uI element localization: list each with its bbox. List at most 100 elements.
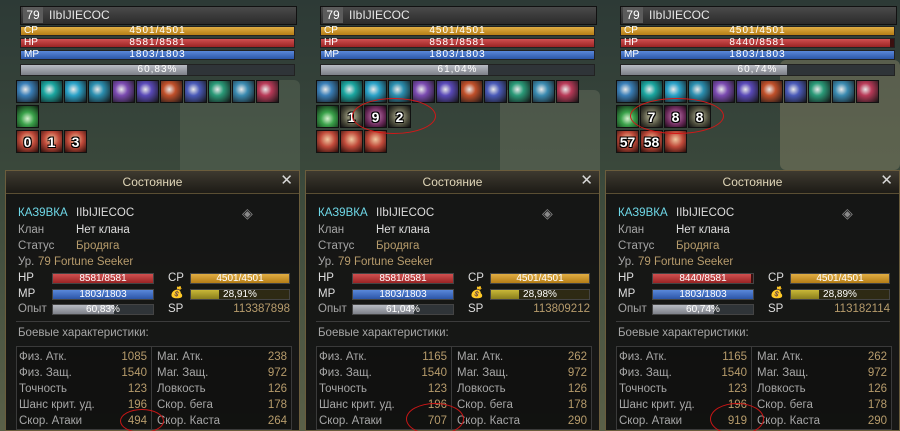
buff-icon[interactable]	[340, 80, 363, 103]
char-hp-bar: 8581/8581	[52, 273, 154, 284]
combat-stat-row: Маг. Защ. 972	[757, 366, 887, 380]
buff-icon[interactable]	[256, 80, 279, 103]
combat-stat-label: Маг. Атк.	[457, 351, 504, 363]
debuff-timer: 1	[47, 134, 56, 150]
char-cp-label: CP	[468, 272, 484, 284]
screenshot-panel: 79 IIbIJIECOC CP 4501/4501 HP 8440/8581 …	[600, 0, 900, 431]
mp-bar-value: 1803/1803	[729, 49, 786, 60]
buff-icon[interactable]	[712, 80, 735, 103]
combat-stat-row: Маг. Атк. 238	[157, 350, 287, 364]
status-label: Статус	[618, 240, 655, 252]
character-title-nick: IIbIJIECOC	[676, 207, 735, 219]
buff-icon[interactable]	[232, 80, 255, 103]
debuff-icon[interactable]: 3	[64, 130, 87, 153]
combat-stat-value: 123	[727, 383, 747, 395]
character-name: КАЗ9ВКА	[318, 207, 368, 219]
buff-icon[interactable]	[88, 80, 111, 103]
buff-icon[interactable]	[112, 80, 135, 103]
debuff-icon[interactable]: 1	[40, 130, 63, 153]
char-exp-label: Опыт	[318, 303, 347, 315]
combat-stat-label: Физ. Защ.	[319, 367, 372, 379]
weight-bar: 28,89%	[790, 289, 890, 300]
debuff-icon[interactable]: 58	[640, 130, 663, 153]
buff-icon[interactable]	[616, 80, 639, 103]
close-icon[interactable]: ✕	[580, 173, 593, 189]
combat-stat-label: Маг. Защ.	[457, 367, 509, 379]
potion-icon[interactable]	[316, 105, 339, 128]
close-icon[interactable]: ✕	[880, 173, 893, 189]
combat-stat-row: Физ. Защ. 1540	[19, 366, 147, 380]
status-window-title-bar[interactable]: 79 IIbIJIECOC	[620, 6, 897, 25]
hp-bar-value: 8581/8581	[429, 37, 486, 48]
char-hp-label: HP	[318, 272, 334, 284]
combat-stat-label: Маг. Защ.	[757, 367, 809, 379]
buff-icon[interactable]	[484, 80, 507, 103]
combat-stat-row: Точность 123	[319, 382, 447, 396]
buff-icon[interactable]	[856, 80, 879, 103]
char-exp-value: 60,83%	[86, 304, 120, 315]
combat-stat-row: Физ. Атк. 1165	[619, 350, 747, 364]
combat-stat-value: 290	[567, 415, 587, 427]
buff-icon[interactable]	[160, 80, 183, 103]
status-label: Статус	[18, 240, 55, 252]
buff-icon[interactable]	[436, 80, 459, 103]
char-mp-value: 1803/1803	[679, 289, 727, 300]
combat-stats-title: Боевые характеристики:	[18, 327, 149, 339]
cp-bar-value: 4501/4501	[729, 25, 786, 36]
buff-icon[interactable]	[184, 80, 207, 103]
buff-icon[interactable]	[136, 80, 159, 103]
divider	[16, 321, 290, 322]
char-exp-bar: 60,74%	[652, 304, 754, 315]
combat-stat-label: Точность	[619, 383, 668, 395]
buff-icon[interactable]	[16, 80, 39, 103]
buff-icon[interactable]	[64, 80, 87, 103]
class-value: 79 Fortune Seeker	[338, 256, 434, 268]
hp-bar-value: 8581/8581	[129, 37, 186, 48]
buff-icon[interactable]	[508, 80, 531, 103]
weight-value: 28,98%	[523, 289, 557, 300]
clan-value: Нет клана	[676, 224, 730, 236]
debuff-icon[interactable]: 57	[616, 130, 639, 153]
exp-bar-value: 61,04%	[437, 64, 478, 75]
mp-bar: MP 1803/1803	[320, 49, 595, 60]
buff-row-3: 013	[16, 130, 88, 153]
red-highlight-circle	[352, 98, 436, 134]
buff-icon[interactable]	[208, 80, 231, 103]
status-window-title-bar[interactable]: 79 IIbIJIECOC	[20, 6, 297, 25]
character-window-header[interactable]: Состояние ✕	[306, 171, 599, 194]
char-mp-label: MP	[318, 288, 336, 300]
buff-icon[interactable]	[556, 80, 579, 103]
debuff-timer: 0	[23, 134, 32, 150]
character-window-header[interactable]: Состояние ✕	[6, 171, 299, 194]
buff-icon[interactable]	[760, 80, 783, 103]
combat-stat-value: 1540	[721, 367, 747, 379]
weight-bar: 28,98%	[490, 289, 590, 300]
debuff-icon[interactable]	[340, 130, 363, 153]
char-exp-bar: 60,83%	[52, 304, 154, 315]
status-window-title-bar[interactable]: 79 IIbIJIECOC	[320, 6, 597, 25]
combat-stat-value: 126	[267, 383, 287, 395]
buff-icon[interactable]	[784, 80, 807, 103]
buff-icon[interactable]	[808, 80, 831, 103]
clan-value: Нет клана	[376, 224, 430, 236]
debuff-icon[interactable]	[316, 130, 339, 153]
buff-icon[interactable]	[736, 80, 759, 103]
class-label: Ур.	[618, 256, 635, 268]
buff-icon[interactable]	[316, 80, 339, 103]
debuff-icon[interactable]: 0	[16, 130, 39, 153]
status-value: Бродяга	[676, 240, 720, 252]
buff-icon[interactable]	[40, 80, 63, 103]
buff-icon[interactable]	[532, 80, 555, 103]
character-window-header[interactable]: Состояние ✕	[606, 171, 899, 194]
buff-icon[interactable]	[832, 80, 855, 103]
buff-icon[interactable]	[460, 80, 483, 103]
exp-bar: 60,83%	[20, 64, 295, 76]
close-icon[interactable]: ✕	[280, 173, 293, 189]
sp-label: SP	[168, 303, 184, 315]
combat-stat-label: Точность	[319, 383, 368, 395]
potion-icon[interactable]	[16, 105, 39, 128]
combat-stat-label: Скор. Атаки	[619, 415, 683, 427]
combat-stat-value: 972	[567, 367, 587, 379]
combat-stat-label: Скор. Каста	[757, 415, 821, 427]
combat-stat-label: Скор. бега	[757, 399, 813, 411]
